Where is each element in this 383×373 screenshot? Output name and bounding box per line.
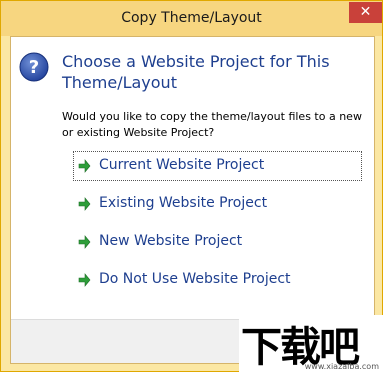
svg-text:?: ? bbox=[29, 57, 39, 78]
green-arrow-icon bbox=[78, 235, 91, 249]
watermark-logo: 下载吧 www.xiazaiba.com bbox=[239, 315, 383, 372]
option-existing-website-project[interactable]: Existing Website Project bbox=[73, 189, 362, 219]
question-icon: ? bbox=[19, 52, 49, 82]
green-arrow-icon bbox=[78, 273, 91, 287]
option-label: Existing Website Project bbox=[99, 195, 268, 211]
option-label: Current Website Project bbox=[99, 157, 265, 173]
option-label: Do Not Use Website Project bbox=[99, 271, 291, 287]
option-new-website-project[interactable]: New Website Project bbox=[73, 227, 362, 257]
window-title: Copy Theme/Layout bbox=[121, 10, 262, 26]
dialog-prompt: Would you like to copy the theme/layout … bbox=[62, 110, 362, 139]
watermark-url: www.xiazaiba.com bbox=[304, 362, 379, 371]
green-arrow-icon bbox=[78, 159, 91, 173]
option-current-website-project[interactable]: Current Website Project bbox=[73, 151, 362, 181]
title-bar[interactable]: Copy Theme/Layout ✕ bbox=[1, 1, 382, 36]
dialog-heading: Choose a Website Project for This Theme/… bbox=[62, 52, 330, 92]
option-do-not-use-website-project[interactable]: Do Not Use Website Project bbox=[73, 265, 362, 295]
close-button[interactable]: ✕ bbox=[349, 2, 382, 23]
green-arrow-icon bbox=[78, 197, 91, 211]
close-icon: ✕ bbox=[359, 4, 372, 20]
option-label: New Website Project bbox=[99, 233, 243, 249]
